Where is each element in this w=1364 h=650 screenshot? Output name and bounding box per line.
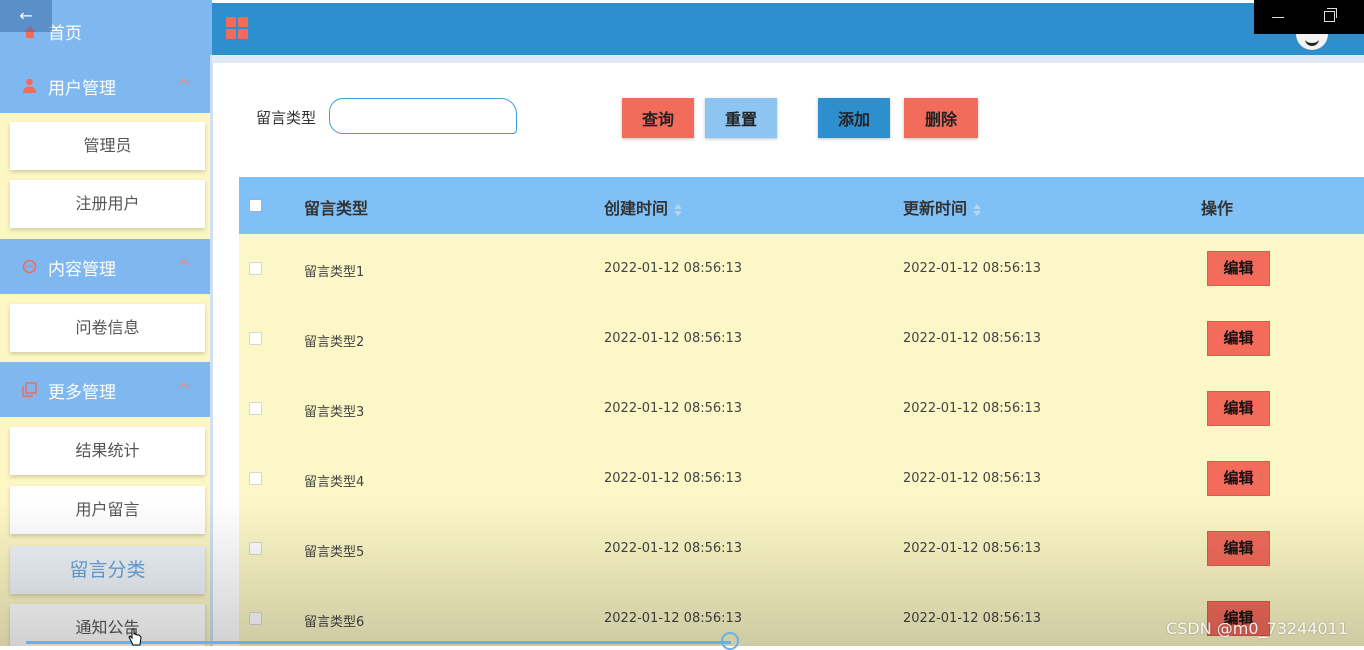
restore-icon[interactable]: [1324, 8, 1337, 22]
cell-created: 2022-01-12 08:56:13: [604, 401, 743, 416]
table-row: 留言类型1 2022-01-12 08:56:13 2022-01-12 08:…: [239, 234, 1364, 305]
cell-updated: 2022-01-12 08:56:13: [903, 331, 1042, 346]
user-icon: [23, 78, 36, 93]
edit-button[interactable]: 编辑: [1207, 531, 1270, 566]
sidebar-item-admin[interactable]: 管理员: [10, 122, 205, 170]
cell-updated: 2022-01-12 08:56:13: [903, 541, 1042, 556]
sidebar-group-content-management[interactable]: 内容管理: [0, 239, 212, 294]
reset-button[interactable]: 重置: [705, 98, 777, 138]
grid-menu-icon[interactable]: [226, 17, 248, 39]
edit-button[interactable]: 编辑: [1207, 461, 1270, 496]
column-header-type: 留言类型: [304, 199, 369, 218]
sidebar-group-user-management[interactable]: 用户管理: [0, 58, 212, 113]
watermark: CSDN @m0_73244011: [1166, 619, 1348, 638]
chevron-up-icon: [178, 381, 190, 389]
window-controls: [1254, 0, 1364, 34]
sidebar-group-label: 内容管理: [48, 260, 116, 280]
row-checkbox[interactable]: [249, 332, 262, 345]
sidebar-divider: [210, 55, 213, 646]
column-header-created-label: 创建时间: [604, 199, 669, 218]
cell-created: 2022-01-12 08:56:13: [604, 331, 743, 346]
select-all-checkbox[interactable]: [249, 199, 262, 212]
sidebar-item-announcements[interactable]: 通知公告: [10, 604, 205, 646]
column-header-actions: 操作: [1201, 199, 1234, 218]
top-bar-shadow: [212, 55, 1364, 63]
edit-button[interactable]: 编辑: [1207, 321, 1270, 356]
column-header-created[interactable]: 创建时间: [604, 195, 683, 219]
cell-created: 2022-01-12 08:56:13: [604, 261, 743, 276]
chevron-up-icon: [178, 258, 190, 266]
chevron-up-icon: [178, 77, 190, 85]
sort-icon[interactable]: [674, 203, 683, 217]
sidebar-item-message-category[interactable]: 留言分类: [10, 546, 205, 594]
sidebar-item-registered-users[interactable]: 注册用户: [10, 180, 205, 228]
sidebar-item-user-messages[interactable]: 用户留言: [10, 486, 205, 534]
row-checkbox[interactable]: [249, 262, 262, 275]
sidebar-home-label: 首页: [48, 24, 82, 44]
table-row: 留言类型2 2022-01-12 08:56:13 2022-01-12 08:…: [239, 304, 1364, 375]
cell-type: 留言类型5: [304, 545, 365, 560]
sidebar: 首页 ← 用户管理 管理员 注册用户 内容管理 问卷信息 更多管理 结果统计 用…: [0, 0, 212, 646]
cell-updated: 2022-01-12 08:56:13: [903, 401, 1042, 416]
sidebar-group-label: 用户管理: [48, 79, 116, 99]
table-row: 留言类型5 2022-01-12 08:56:13 2022-01-12 08:…: [239, 514, 1364, 585]
sidebar-item-result-stats[interactable]: 结果统计: [10, 427, 205, 475]
edit-button[interactable]: 编辑: [1207, 391, 1270, 426]
chat-icon: [22, 259, 37, 274]
sidebar-group-label: 更多管理: [48, 383, 116, 403]
video-progress-knob[interactable]: [721, 632, 739, 650]
cell-type: 留言类型6: [304, 615, 365, 630]
back-arrow-icon[interactable]: ←: [0, 0, 52, 32]
cell-created: 2022-01-12 08:56:13: [604, 541, 743, 556]
row-checkbox[interactable]: [249, 402, 262, 415]
hand-cursor-icon: [128, 628, 142, 646]
sort-icon[interactable]: [973, 203, 982, 217]
table-row: 留言类型4 2022-01-12 08:56:13 2022-01-12 08:…: [239, 444, 1364, 515]
cell-created: 2022-01-12 08:56:13: [604, 471, 743, 486]
copy-icon: [22, 382, 37, 397]
column-header-updated[interactable]: 更新时间: [903, 195, 982, 219]
cell-updated: 2022-01-12 08:56:13: [903, 611, 1042, 626]
cell-type: 留言类型3: [304, 405, 365, 420]
minimize-icon[interactable]: [1272, 17, 1284, 18]
sidebar-group-more-management[interactable]: 更多管理: [0, 362, 212, 417]
top-bar: [212, 3, 1364, 55]
cell-type: 留言类型1: [304, 265, 365, 280]
query-button[interactable]: 查询: [622, 98, 694, 138]
search-label: 留言类型: [256, 109, 317, 127]
column-header-updated-label: 更新时间: [903, 199, 968, 218]
row-checkbox[interactable]: [249, 542, 262, 555]
cell-type: 留言类型2: [304, 335, 365, 350]
sidebar-item-questionnaire[interactable]: 问卷信息: [10, 304, 205, 352]
add-button[interactable]: 添加: [818, 98, 890, 138]
table-row: 留言类型3 2022-01-12 08:56:13 2022-01-12 08:…: [239, 374, 1364, 445]
row-checkbox[interactable]: [249, 472, 262, 485]
table-header: 留言类型 创建时间 更新时间 操作: [239, 177, 1364, 234]
cell-type: 留言类型4: [304, 475, 365, 490]
row-checkbox[interactable]: [249, 612, 262, 625]
edit-button[interactable]: 编辑: [1207, 251, 1270, 286]
data-table: 留言类型 创建时间 更新时间 操作 留言类型1 2022-01-12 08:56…: [239, 177, 1364, 646]
cell-updated: 2022-01-12 08:56:13: [903, 261, 1042, 276]
search-input[interactable]: [329, 98, 517, 134]
cell-created: 2022-01-12 08:56:13: [604, 611, 743, 626]
delete-button[interactable]: 删除: [904, 98, 978, 138]
cell-updated: 2022-01-12 08:56:13: [903, 471, 1042, 486]
